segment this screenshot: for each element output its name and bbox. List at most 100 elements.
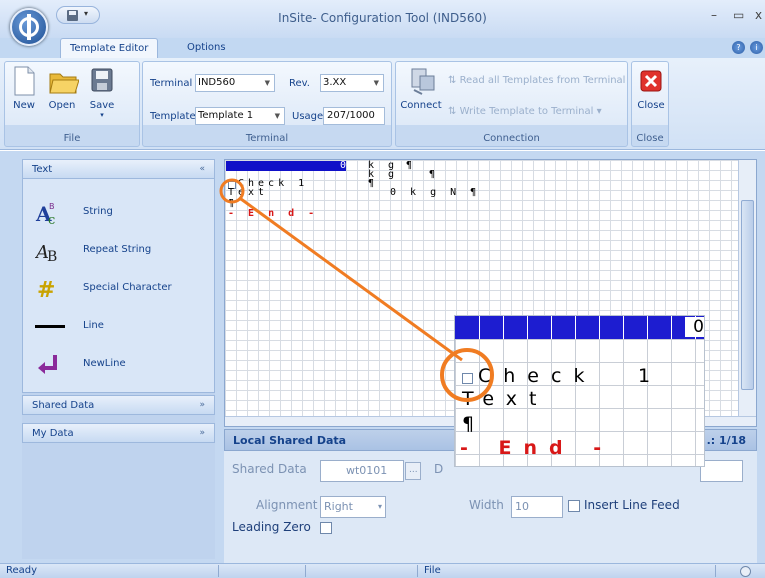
rev-label: Rev. bbox=[289, 78, 310, 89]
connect-icon bbox=[408, 66, 435, 96]
tool-line-label: Line bbox=[83, 320, 104, 331]
d-field[interactable] bbox=[700, 460, 743, 482]
status-separator bbox=[417, 565, 418, 577]
window-title: InSite- Configuration Tool (IND560) bbox=[278, 11, 487, 25]
chevron-down-icon: ▼ bbox=[373, 79, 379, 87]
terminal-select[interactable]: IND560 ▼ bbox=[195, 74, 275, 92]
tool-special-character-label: Special Character bbox=[83, 282, 172, 293]
svg-text:#: # bbox=[37, 278, 55, 301]
svg-text:B: B bbox=[47, 249, 57, 263]
expand-icon[interactable]: » bbox=[199, 424, 205, 443]
connect-button[interactable]: Connect bbox=[400, 66, 442, 111]
zoom-cell-divider bbox=[527, 316, 528, 339]
browse-button[interactable]: ... bbox=[405, 462, 421, 480]
my-data-title: My Data bbox=[32, 428, 74, 439]
svg-text:B: B bbox=[49, 202, 55, 211]
info-icon[interactable]: i bbox=[750, 41, 763, 54]
shared-data-field[interactable]: wt0101 bbox=[320, 460, 404, 482]
special-character-icon: # bbox=[35, 275, 61, 303]
editor-pilcrow-2: ¶ bbox=[429, 169, 440, 180]
close-window-button[interactable]: x bbox=[755, 8, 762, 22]
editor-end-marker: - E n d - bbox=[228, 208, 319, 219]
my-data-header[interactable]: My Data » bbox=[22, 423, 215, 443]
insert-line-feed-label: Insert Line Feed bbox=[584, 498, 680, 512]
newline-icon bbox=[35, 351, 61, 377]
write-template-label: Write Template to Terminal bbox=[459, 106, 594, 117]
shared-data-title: Shared Data bbox=[32, 400, 95, 411]
close-button[interactable]: Close bbox=[634, 66, 668, 111]
template-value: Template 1 bbox=[198, 110, 254, 121]
app-menu-button[interactable] bbox=[10, 8, 48, 46]
tool-string[interactable]: AcB String bbox=[23, 197, 216, 228]
tool-string-label: String bbox=[83, 206, 113, 217]
app-logo-bar bbox=[27, 14, 31, 40]
zoom-data-field: 0 bbox=[455, 316, 704, 339]
scroll-thumb[interactable] bbox=[741, 200, 754, 390]
write-template-button[interactable]: ⇅ Write Template to Terminal ▾ bbox=[448, 106, 602, 117]
tool-line[interactable]: Line bbox=[23, 311, 216, 341]
save-dropdown-icon[interactable]: ▾ bbox=[85, 111, 119, 119]
help-icon[interactable]: ? bbox=[732, 41, 745, 54]
save-button[interactable]: Save ▾ bbox=[85, 66, 119, 119]
connect-label: Connect bbox=[400, 100, 442, 111]
rev-select[interactable]: 3.XX ▼ bbox=[320, 74, 384, 92]
ribbon: New Open Save ▾ File Terminal IND560 ▼ Re… bbox=[0, 58, 765, 150]
zoom-cell-divider bbox=[623, 316, 624, 339]
leading-zero-label: Leading Zero bbox=[232, 520, 311, 534]
zoom-cell-divider bbox=[647, 316, 648, 339]
tool-repeat-string-label: Repeat String bbox=[83, 244, 152, 255]
tab-template-editor[interactable]: Template Editor bbox=[60, 38, 159, 58]
expand-icon[interactable]: » bbox=[199, 396, 205, 415]
status-indicator-icon bbox=[740, 566, 751, 577]
status-file: File bbox=[424, 565, 441, 576]
data-field-cells[interactable] bbox=[226, 161, 346, 171]
insert-line-feed-checkbox[interactable] bbox=[568, 500, 580, 512]
read-templates-button[interactable]: ⇅ Read all Templates from Terminal bbox=[448, 75, 625, 86]
string-icon: AcB bbox=[35, 199, 61, 228]
file-group: New Open Save ▾ File bbox=[4, 61, 140, 147]
editor-pilcrow-1: ¶ bbox=[406, 160, 417, 171]
minimize-button[interactable]: – bbox=[711, 8, 717, 22]
close-x-icon bbox=[638, 66, 664, 96]
zoom-text-row: Text bbox=[462, 388, 549, 410]
maximize-button[interactable]: ▭ bbox=[733, 8, 744, 22]
new-button[interactable]: New bbox=[7, 66, 41, 111]
tool-newline[interactable]: NewLine bbox=[23, 349, 216, 379]
connection-group: Connect ⇅ Read all Templates from Termin… bbox=[395, 61, 628, 147]
file-group-label: File bbox=[63, 133, 81, 144]
save-label: Save bbox=[89, 100, 115, 111]
zoom-cell-divider bbox=[599, 316, 600, 339]
shared-data-header[interactable]: Shared Data » bbox=[22, 395, 215, 415]
status-bar: Ready File bbox=[0, 563, 765, 578]
zoom-cell-divider bbox=[503, 316, 504, 339]
editor-row4-tail: 0 k g N ¶ bbox=[390, 187, 481, 198]
tool-repeat-string[interactable]: AB Repeat String bbox=[23, 235, 216, 265]
chevron-down-icon: ▾ bbox=[377, 502, 382, 511]
editor-text-row: Text bbox=[228, 187, 269, 198]
vertical-scrollbar[interactable] bbox=[738, 160, 756, 418]
collapse-icon[interactable]: « bbox=[199, 160, 205, 179]
tool-newline-label: NewLine bbox=[83, 358, 126, 369]
zoom-checkbox bbox=[462, 373, 473, 384]
close-group-label: Close bbox=[636, 133, 664, 144]
zoom-callout: 0 Check 1 Text ¶ - End - bbox=[454, 315, 705, 467]
zoom-cell-divider bbox=[671, 316, 672, 339]
chevron-down-icon: ▼ bbox=[274, 112, 280, 120]
width-field[interactable]: 10 bbox=[511, 496, 563, 518]
repeat-string-icon: AB bbox=[34, 237, 61, 265]
close-label: Close bbox=[637, 100, 665, 111]
tool-special-character[interactable]: # Special Character bbox=[23, 273, 216, 303]
new-label: New bbox=[13, 100, 35, 111]
folder-icon bbox=[49, 66, 80, 96]
open-button[interactable]: Open bbox=[45, 66, 80, 111]
alignment-select[interactable]: Right ▾ bbox=[320, 496, 386, 518]
terminal-group-label: Terminal bbox=[245, 133, 289, 144]
text-panel-header[interactable]: Text « bbox=[22, 159, 215, 179]
alignment-value: Right bbox=[324, 500, 353, 513]
tab-options[interactable]: Options bbox=[178, 38, 235, 58]
page-indicator: .: 1/18 bbox=[706, 434, 746, 447]
status-separator bbox=[305, 565, 306, 577]
line-icon bbox=[35, 313, 65, 339]
template-select[interactable]: Template 1 ▼ bbox=[195, 107, 285, 125]
leading-zero-checkbox[interactable] bbox=[320, 522, 332, 534]
